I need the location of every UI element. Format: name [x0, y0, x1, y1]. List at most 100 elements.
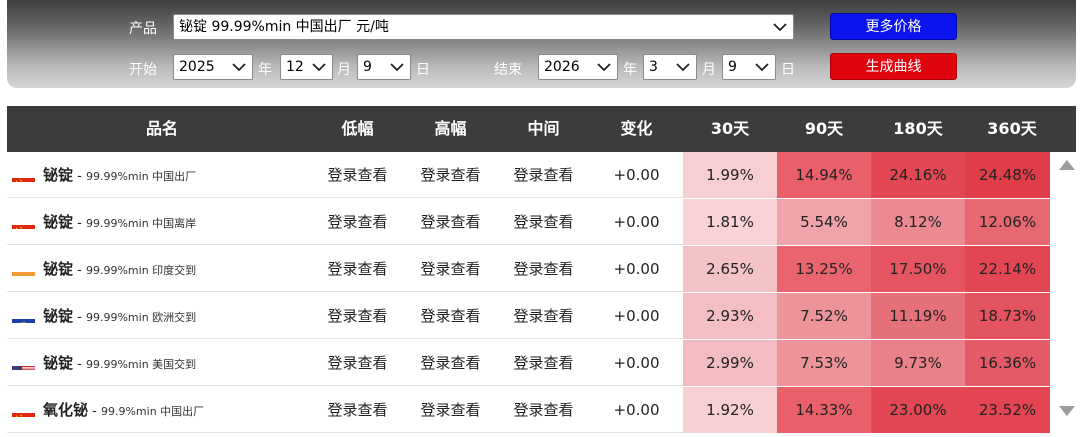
mid-price-cell[interactable]: 登录查看 [497, 340, 590, 386]
table-row[interactable]: 铋锭 - 99.99%min 中国出厂 登录查看 登录查看 登录查看 +0.00… [7, 152, 1050, 198]
end-month-select[interactable]: 3 [643, 54, 697, 80]
change-360d-cell: 23.52% [965, 387, 1050, 433]
start-month-select[interactable]: 12 [280, 54, 333, 80]
product-spec: 99.99%min 印度交到 [85, 264, 197, 277]
end-day-value: 9 [728, 59, 737, 75]
eu-flag-icon [12, 307, 35, 323]
table-row[interactable]: 铋锭 - 99.99%min 中国离岸 登录查看 登录查看 登录查看 +0.00… [7, 199, 1050, 245]
product-name-cell[interactable]: 铋锭 - 99.99%min 中国出厂 [12, 152, 196, 198]
high-price-cell[interactable]: 登录查看 [404, 199, 497, 245]
chevron-down-icon [773, 23, 787, 32]
change-cell: +0.00 [613, 260, 660, 278]
change-90d-cell: 14.94% [777, 152, 871, 198]
product-spec: 99.9%min 中国出厂 [100, 405, 205, 418]
end-day-select[interactable]: 9 [722, 54, 776, 80]
table-row[interactable]: 氧化铋 - 99.9%min 中国出厂 登录查看 登录查看 登录查看 +0.00… [7, 387, 1050, 433]
end-month-value: 3 [649, 59, 658, 75]
mid-price-cell[interactable]: 登录查看 [497, 293, 590, 339]
low-price-cell[interactable]: 登录查看 [311, 152, 404, 198]
product-spec: 99.99%min 中国出厂 [85, 170, 197, 183]
end-year-select[interactable]: 2026 [538, 54, 618, 80]
header-90d: 90天 [804, 119, 844, 138]
product-name-cell[interactable]: 铋锭 - 99.99%min 欧洲交到 [12, 293, 196, 339]
in-flag-icon [12, 260, 35, 276]
low-price-cell[interactable]: 登录查看 [311, 340, 404, 386]
product-name: 氧化铋 [43, 401, 89, 419]
product-name: 铋锭 [43, 307, 74, 325]
chevron-down-icon [232, 63, 246, 72]
change-180d-cell: 24.16% [871, 152, 965, 198]
product-name-cell[interactable]: 铋锭 - 99.99%min 美国交到 [12, 340, 196, 386]
change-30d-cell: 2.65% [683, 246, 777, 292]
change-90d-cell: 5.54% [777, 199, 871, 245]
mid-price-cell[interactable]: 登录查看 [497, 199, 590, 245]
us-flag-icon [12, 354, 35, 370]
product-name: 铋锭 [43, 260, 74, 278]
header-change: 变化 [620, 119, 653, 138]
high-price-cell[interactable]: 登录查看 [404, 293, 497, 339]
low-price-cell[interactable]: 登录查看 [311, 246, 404, 292]
change-180d-cell: 8.12% [871, 199, 965, 245]
generate-curve-button[interactable]: 生成曲线 [830, 53, 957, 80]
low-price-cell[interactable]: 登录查看 [311, 199, 404, 245]
change-90d-cell: 7.52% [777, 293, 871, 339]
header-mid: 中间 [527, 119, 560, 138]
change-180d-cell: 23.00% [871, 387, 965, 433]
table-row[interactable]: 铋锭 - 99.99%min 印度交到 登录查看 登录查看 登录查看 +0.00… [7, 246, 1050, 292]
table-row[interactable]: 铋锭 - 99.99%min 美国交到 登录查看 登录查看 登录查看 +0.00… [7, 340, 1050, 386]
chevron-down-icon [390, 63, 404, 72]
mid-price-cell[interactable]: 登录查看 [497, 152, 590, 198]
product-select-value: 铋锭 99.99%min 中国出厂 元/吨 [179, 19, 389, 35]
end-year-value: 2026 [544, 59, 580, 75]
high-price-cell[interactable]: 登录查看 [404, 246, 497, 292]
low-price-cell[interactable]: 登录查看 [311, 387, 404, 433]
end-label: 结束 [494, 62, 522, 78]
high-price-cell[interactable]: 登录查看 [404, 152, 497, 198]
high-price-cell[interactable]: 登录查看 [404, 340, 497, 386]
start-year-select[interactable]: 2025 [173, 54, 253, 80]
month-unit-label: 月 [702, 62, 716, 78]
change-360d-cell: 16.36% [965, 340, 1050, 386]
change-360d-cell: 12.06% [965, 199, 1050, 245]
change-180d-cell: 17.50% [871, 246, 965, 292]
header-30d: 30天 [710, 119, 750, 138]
more-prices-button[interactable]: 更多价格 [830, 13, 957, 40]
change-180d-cell: 11.19% [871, 293, 965, 339]
scroll-up-arrow-icon[interactable] [1059, 160, 1075, 170]
product-name-cell[interactable]: 铋锭 - 99.99%min 印度交到 [12, 246, 196, 292]
product-name-cell[interactable]: 铋锭 - 99.99%min 中国离岸 [12, 199, 196, 245]
change-360d-cell: 18.73% [965, 293, 1050, 339]
year-unit-label: 年 [258, 62, 272, 78]
low-price-cell[interactable]: 登录查看 [311, 293, 404, 339]
change-30d-cell: 2.93% [683, 293, 777, 339]
cn-flag-icon [12, 401, 35, 417]
start-month-value: 12 [286, 59, 304, 75]
cn-flag-icon [12, 213, 35, 229]
day-unit-label: 日 [781, 62, 795, 78]
filter-panel: 产品 铋锭 99.99%min 中国出厂 元/吨 更多价格 开始 2025 年 … [7, 0, 1076, 88]
scroll-down-arrow-icon[interactable] [1059, 406, 1075, 416]
year-unit-label: 年 [623, 62, 637, 78]
header-180d: 180天 [893, 119, 943, 138]
product-separator: - [73, 310, 86, 325]
mid-price-cell[interactable]: 登录查看 [497, 246, 590, 292]
product-spec: 99.99%min 美国交到 [85, 358, 197, 371]
month-unit-label: 月 [337, 62, 351, 78]
day-unit-label: 日 [416, 62, 430, 78]
header-360d: 360天 [987, 119, 1037, 138]
mid-price-cell[interactable]: 登录查看 [497, 387, 590, 433]
product-separator: - [73, 216, 86, 231]
product-spec: 99.99%min 欧洲交到 [85, 311, 197, 324]
product-name-cell[interactable]: 氧化铋 - 99.9%min 中国出厂 [12, 387, 204, 433]
start-day-select[interactable]: 9 [357, 54, 411, 80]
change-cell: +0.00 [613, 213, 660, 231]
high-price-cell[interactable]: 登录查看 [404, 387, 497, 433]
product-select[interactable]: 铋锭 99.99%min 中国出厂 元/吨 [173, 14, 794, 40]
table-row[interactable]: 铋锭 - 99.99%min 欧洲交到 登录查看 登录查看 登录查看 +0.00… [7, 293, 1050, 339]
change-cell: +0.00 [613, 354, 660, 372]
chevron-down-icon [597, 63, 611, 72]
change-90d-cell: 7.53% [777, 340, 871, 386]
product-name: 铋锭 [43, 213, 74, 231]
start-year-value: 2025 [179, 59, 215, 75]
change-30d-cell: 1.99% [683, 152, 777, 198]
